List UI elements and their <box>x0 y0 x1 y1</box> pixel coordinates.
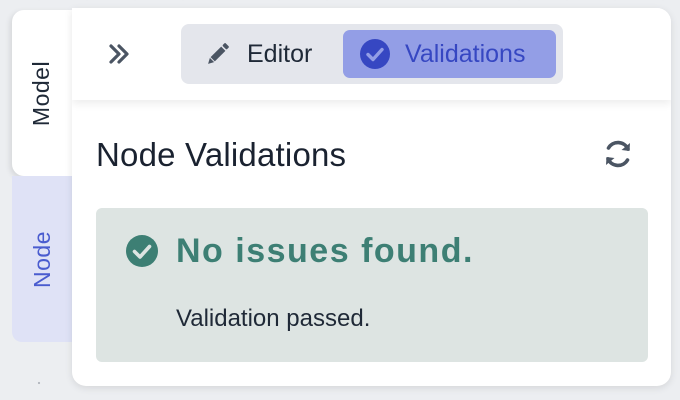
result-heading: No issues found. <box>176 232 474 270</box>
tab-editor[interactable]: Editor <box>189 30 339 78</box>
expand-panel-button[interactable] <box>102 37 136 71</box>
side-tab-node-label: Node <box>28 230 55 288</box>
side-tab-model[interactable]: Model <box>12 10 72 176</box>
double-chevron-right-icon <box>109 44 129 64</box>
result-detail: Validation passed. <box>176 305 371 332</box>
pencil-icon <box>203 39 233 69</box>
node-validations-panel: Editor Validations Node Validations No i… <box>72 8 671 386</box>
refresh-button[interactable] <box>600 136 636 172</box>
refresh-icon <box>606 140 630 168</box>
tab-validations-label: Validations <box>405 39 526 68</box>
validation-result-box: No issues found. Validation passed. <box>96 208 648 362</box>
tab-validations[interactable]: Validations <box>343 30 556 78</box>
panel-header: Editor Validations <box>72 8 671 100</box>
view-mode-toggle: Editor Validations <box>181 24 563 84</box>
check-circle-icon <box>359 38 391 70</box>
side-tab-node[interactable]: Node <box>12 176 72 342</box>
check-circle-icon <box>126 235 158 267</box>
page-title: Node Validations <box>96 136 347 173</box>
tab-editor-label: Editor <box>247 39 313 68</box>
side-tab-model-label: Model <box>28 60 55 126</box>
